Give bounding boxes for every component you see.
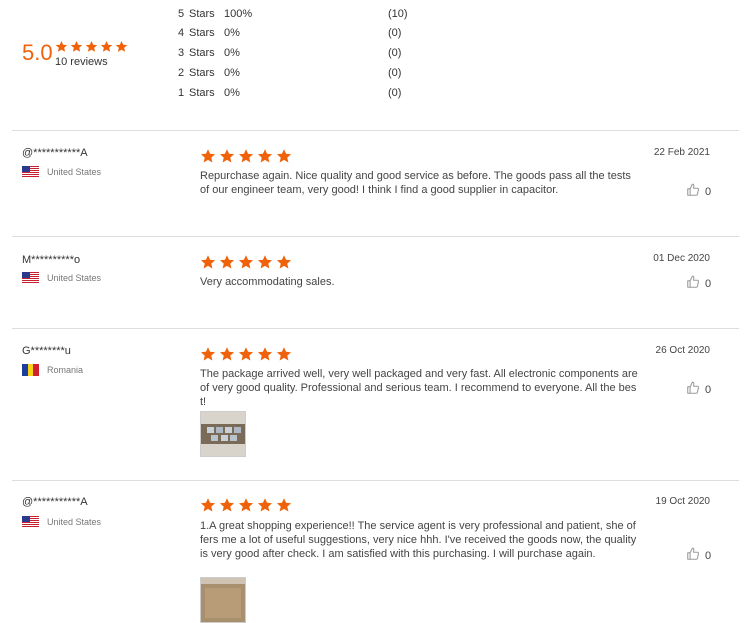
like-count: 0 bbox=[705, 277, 712, 290]
review-date: 22 Feb 2021 bbox=[653, 147, 710, 158]
review-text: The package arrived well, very well pack… bbox=[200, 368, 638, 408]
review-item: M**********o United States Very accommod… bbox=[0, 237, 750, 328]
review-photo[interactable] bbox=[200, 577, 246, 623]
reviewer-name: @***********A bbox=[22, 147, 88, 159]
histogram-count: (0) bbox=[388, 27, 402, 39]
country-name: United States bbox=[47, 517, 102, 527]
thumbs-up-icon bbox=[686, 381, 705, 398]
like-count: 0 bbox=[705, 383, 712, 396]
like-button[interactable]: 0 bbox=[686, 275, 711, 292]
review-stars bbox=[200, 497, 295, 513]
review-text: Repurchase again. Nice quality and good … bbox=[200, 170, 631, 196]
histogram-count: (0) bbox=[388, 47, 402, 59]
star-icon bbox=[257, 346, 274, 362]
histogram-percent: 0% bbox=[224, 27, 240, 39]
star-icon bbox=[219, 497, 236, 513]
like-count: 0 bbox=[705, 549, 712, 562]
reviewer-country: United States bbox=[22, 516, 101, 528]
star-icon bbox=[238, 148, 255, 164]
review-text: Very accommodating sales. bbox=[200, 276, 335, 288]
review-count: 10 reviews bbox=[55, 56, 108, 68]
reviewer-country: United States bbox=[22, 272, 101, 284]
histogram-level: 1 bbox=[178, 87, 185, 99]
reviewer-name: @***********A bbox=[22, 496, 88, 508]
star-icon bbox=[115, 40, 128, 53]
average-stars bbox=[55, 40, 130, 56]
thumbs-up-icon bbox=[686, 275, 705, 292]
review-stars bbox=[200, 254, 295, 270]
star-icon bbox=[100, 40, 113, 53]
histogram-stars-label: Stars bbox=[189, 47, 215, 59]
review-date: 19 Oct 2020 bbox=[655, 496, 710, 507]
star-icon bbox=[200, 148, 217, 164]
histogram-count: (0) bbox=[388, 87, 402, 99]
star-icon bbox=[200, 346, 217, 362]
average-rating: 5.0 bbox=[22, 40, 53, 65]
histogram-level: 3 bbox=[178, 47, 185, 59]
reviewer-name: G********u bbox=[22, 345, 71, 357]
rating-summary: 5.0 10 reviews 5 Stars 100% (10) 4 Stars… bbox=[0, 0, 750, 130]
histogram-stars-label: Stars bbox=[189, 8, 215, 20]
star-icon bbox=[219, 148, 236, 164]
star-icon bbox=[219, 346, 236, 362]
like-button[interactable]: 0 bbox=[686, 547, 711, 564]
histogram-percent: 0% bbox=[224, 67, 240, 79]
histogram-percent: 100% bbox=[224, 8, 253, 20]
country-name: United States bbox=[47, 273, 102, 283]
review-text: 1.A great shopping experience!! The serv… bbox=[200, 520, 637, 560]
us-flag-icon bbox=[22, 166, 39, 178]
like-button[interactable]: 0 bbox=[686, 381, 711, 398]
histogram-level: 2 bbox=[178, 67, 185, 79]
thumbs-up-icon bbox=[686, 547, 705, 564]
star-icon bbox=[276, 346, 293, 362]
country-name: Romania bbox=[47, 365, 84, 375]
star-icon bbox=[55, 40, 68, 53]
like-count: 0 bbox=[705, 185, 712, 198]
star-icon bbox=[257, 148, 274, 164]
country-name: United States bbox=[47, 167, 102, 177]
star-icon bbox=[238, 497, 255, 513]
histogram-count: (0) bbox=[388, 67, 402, 79]
reviewer-name: M**********o bbox=[22, 254, 81, 266]
review-date: 26 Oct 2020 bbox=[655, 345, 710, 356]
star-icon bbox=[238, 254, 255, 270]
reviewer-country: United States bbox=[22, 166, 101, 178]
like-button[interactable]: 0 bbox=[686, 183, 711, 200]
star-icon bbox=[200, 254, 217, 270]
histogram-level: 4 bbox=[178, 27, 185, 39]
star-icon bbox=[219, 254, 236, 270]
review-stars bbox=[200, 346, 295, 362]
review-photo[interactable] bbox=[200, 411, 246, 457]
histogram-count: (10) bbox=[388, 8, 408, 20]
review-date: 01 Dec 2020 bbox=[653, 253, 710, 264]
reviewer-country: Romania bbox=[22, 364, 83, 376]
star-icon bbox=[276, 497, 293, 513]
star-icon bbox=[70, 40, 83, 53]
star-icon bbox=[276, 254, 293, 270]
review-item: @***********A United States Repurchase a… bbox=[0, 131, 750, 236]
us-flag-icon bbox=[22, 516, 39, 528]
review-stars bbox=[200, 148, 295, 164]
star-icon bbox=[257, 254, 274, 270]
histogram-stars-label: Stars bbox=[189, 87, 215, 99]
star-icon bbox=[85, 40, 98, 53]
star-icon bbox=[276, 148, 293, 164]
review-item: G********u Romania The package arrived w… bbox=[0, 329, 750, 480]
us-flag-icon bbox=[22, 272, 39, 284]
histogram-percent: 0% bbox=[224, 47, 240, 59]
star-icon bbox=[257, 497, 274, 513]
thumbs-up-icon bbox=[686, 183, 705, 200]
romania-flag-icon bbox=[22, 364, 39, 376]
histogram-stars-label: Stars bbox=[189, 27, 215, 39]
histogram-level: 5 bbox=[178, 8, 185, 20]
histogram-stars-label: Stars bbox=[189, 67, 215, 79]
review-item: @***********A United States 1.A great sh… bbox=[0, 481, 750, 623]
star-icon bbox=[238, 346, 255, 362]
histogram-percent: 0% bbox=[224, 87, 240, 99]
star-icon bbox=[200, 497, 217, 513]
